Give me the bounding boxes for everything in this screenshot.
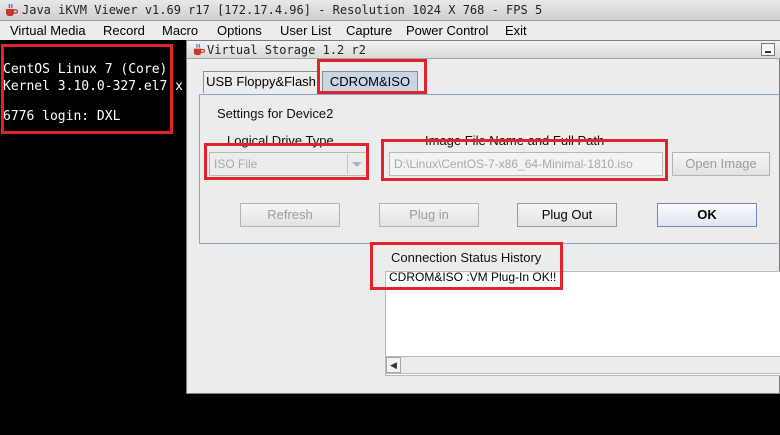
highlight-box bbox=[317, 59, 427, 94]
menu-virtual-media[interactable]: Virtual Media bbox=[10, 23, 86, 38]
menubar: Virtual Media Record Macro Options User … bbox=[0, 21, 780, 40]
menu-macro[interactable]: Macro bbox=[162, 23, 198, 38]
java-coffee-icon bbox=[6, 3, 18, 16]
dialog-titlebar[interactable]: Virtual Storage 1.2 r2 bbox=[187, 41, 780, 59]
virtual-storage-dialog: Virtual Storage 1.2 r2 USB Floppy&Flash … bbox=[186, 40, 780, 394]
plug-out-button[interactable]: Plug Out bbox=[517, 203, 617, 227]
menu-user-list[interactable]: User List bbox=[280, 23, 331, 38]
ok-button[interactable]: OK bbox=[657, 203, 757, 227]
highlight-box bbox=[204, 143, 369, 180]
highlight-box bbox=[1, 44, 173, 134]
menu-capture[interactable]: Capture bbox=[346, 23, 392, 38]
outer-window-title: Java iKVM Viewer v1.69 r17 [172.17.4.96]… bbox=[22, 3, 543, 17]
menu-exit[interactable]: Exit bbox=[505, 23, 527, 38]
settings-group-title: Settings for Device2 bbox=[217, 106, 334, 121]
menu-power-control[interactable]: Power Control bbox=[406, 23, 488, 38]
dialog-title: Virtual Storage 1.2 r2 bbox=[207, 43, 366, 57]
plug-in-button[interactable]: Plug in bbox=[379, 203, 479, 227]
highlight-box bbox=[370, 242, 563, 290]
menu-options[interactable]: Options bbox=[217, 23, 262, 38]
highlight-box bbox=[381, 139, 668, 181]
tab-usb-floppy-flash[interactable]: USB Floppy&Flash bbox=[203, 71, 319, 93]
open-image-button[interactable]: Open Image bbox=[672, 152, 770, 176]
menu-record[interactable]: Record bbox=[103, 23, 145, 38]
horizontal-scrollbar[interactable]: ◀ bbox=[385, 356, 780, 374]
java-coffee-icon bbox=[193, 43, 205, 56]
scroll-left-icon[interactable]: ◀ bbox=[386, 357, 401, 373]
outer-window-titlebar: Java iKVM Viewer v1.69 r17 [172.17.4.96]… bbox=[0, 0, 780, 21]
minimize-button[interactable] bbox=[761, 43, 775, 56]
refresh-button[interactable]: Refresh bbox=[240, 203, 340, 227]
